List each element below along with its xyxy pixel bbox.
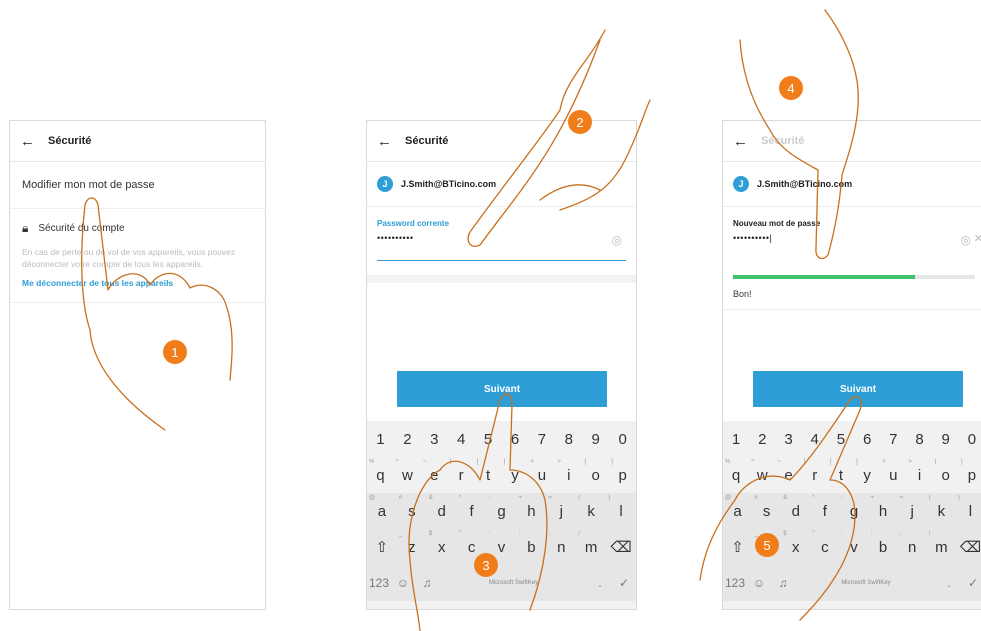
pointing-hand-1 bbox=[81, 197, 233, 431]
step-badge-3: 3 bbox=[474, 553, 498, 577]
step-badge-5: 5 bbox=[755, 533, 779, 557]
step-badge-2: 2 bbox=[568, 110, 592, 134]
pointing-hand-2 bbox=[467, 29, 651, 247]
pointing-hand-3 bbox=[408, 393, 548, 631]
pointing-hand-4 bbox=[739, 9, 859, 260]
step-badge-4: 4 bbox=[779, 76, 803, 100]
hand-illustrations bbox=[81, 9, 862, 631]
step-badge-1: 1 bbox=[163, 340, 187, 364]
pointing-hand-5 bbox=[699, 395, 862, 621]
